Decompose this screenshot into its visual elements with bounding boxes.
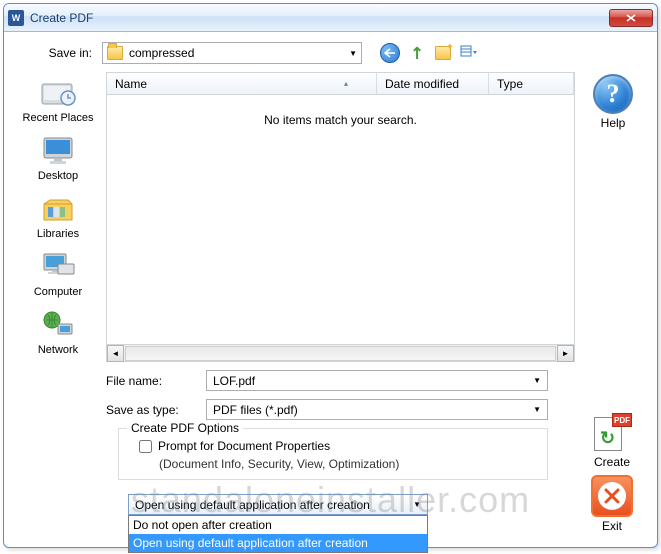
create-label: Create (594, 455, 630, 469)
filename-value: LOF.pdf (213, 374, 255, 388)
file-list[interactable]: Name▴ Date modified Type No items match … (106, 72, 575, 362)
new-folder-button[interactable] (434, 44, 452, 62)
filename-label: File name: (106, 374, 206, 388)
save-in-combo[interactable]: compressed ▼ (102, 42, 362, 64)
dialog-window: W Create PDF Save in: compressed ▼ ↗ (3, 3, 658, 548)
place-label: Libraries (37, 228, 79, 240)
savetype-value: PDF files (*.pdf) (213, 403, 298, 417)
folder-icon (107, 46, 123, 60)
save-in-label: Save in: (18, 46, 102, 60)
after-creation-combo[interactable]: Open using default application after cre… (128, 494, 428, 515)
chevron-down-icon: ▼ (533, 376, 541, 385)
place-label: Network (38, 344, 78, 356)
horizontal-scrollbar[interactable]: ◄ ► (107, 344, 574, 361)
place-computer[interactable]: Computer (18, 250, 98, 298)
options-legend: Create PDF Options (127, 421, 243, 435)
scroll-right-button[interactable]: ► (557, 345, 574, 362)
chevron-down-icon: ▼ (413, 500, 421, 509)
close-icon (626, 14, 636, 22)
views-button[interactable] (460, 44, 478, 62)
create-button[interactable]: PDF ↻ Create (592, 413, 632, 469)
arrow-left-icon (384, 48, 396, 58)
column-name[interactable]: Name▴ (107, 73, 377, 94)
window-title: Create PDF (30, 11, 609, 25)
recent-places-icon (38, 76, 78, 110)
after-option-donotopen[interactable]: Do not open after creation (129, 516, 427, 534)
scroll-track[interactable] (125, 346, 556, 361)
filename-input[interactable]: LOF.pdf ▼ (206, 370, 548, 391)
close-button[interactable] (609, 9, 653, 27)
libraries-icon (38, 192, 78, 226)
app-icon: W (8, 10, 24, 26)
place-label: Computer (34, 286, 82, 298)
chevron-down-icon: ▼ (533, 405, 541, 414)
place-recent[interactable]: Recent Places (18, 76, 98, 124)
column-date[interactable]: Date modified (377, 73, 489, 94)
help-icon: ? (593, 74, 633, 114)
after-option-opendefault[interactable]: Open using default application after cre… (129, 534, 427, 552)
back-button[interactable] (380, 43, 400, 63)
chevron-down-icon: ▼ (349, 49, 357, 58)
empty-message: No items match your search. (107, 95, 574, 145)
help-label: Help (601, 116, 626, 130)
titlebar[interactable]: W Create PDF (4, 4, 657, 32)
place-label: Desktop (38, 170, 78, 182)
place-network[interactable]: Network (18, 308, 98, 356)
computer-icon (38, 250, 78, 284)
create-pdf-options-group: Create PDF Options Prompt for Document P… (118, 428, 548, 480)
column-type[interactable]: Type (489, 73, 574, 94)
scroll-left-button[interactable]: ◄ (107, 345, 124, 362)
prompt-checkbox[interactable] (139, 440, 152, 453)
file-list-header: Name▴ Date modified Type (107, 73, 574, 95)
savetype-combo[interactable]: PDF files (*.pdf) ▼ (206, 399, 548, 420)
exit-button[interactable]: Exit (591, 475, 633, 533)
desktop-icon (38, 134, 78, 168)
exit-icon (591, 475, 633, 517)
exit-label: Exit (602, 519, 622, 533)
up-level-button[interactable]: ↗ (404, 40, 429, 65)
prompt-sublabel: (Document Info, Security, View, Optimiza… (159, 457, 535, 471)
place-label: Recent Places (23, 112, 94, 124)
create-icon: PDF ↻ (592, 413, 632, 453)
after-creation-dropdown: Do not open after creation Open using de… (128, 515, 428, 553)
help-button[interactable]: ? Help (593, 74, 633, 130)
after-selected: Open using default application after cre… (135, 498, 370, 512)
places-bar: Recent Places Desktop Libraries (18, 72, 98, 362)
prompt-label: Prompt for Document Properties (158, 439, 330, 453)
save-in-value: compressed (129, 46, 194, 60)
network-icon (38, 308, 78, 342)
place-desktop[interactable]: Desktop (18, 134, 98, 182)
place-libraries[interactable]: Libraries (18, 192, 98, 240)
sort-indicator-icon: ▴ (344, 79, 348, 88)
views-icon (460, 45, 478, 61)
savetype-label: Save as type: (106, 403, 206, 417)
